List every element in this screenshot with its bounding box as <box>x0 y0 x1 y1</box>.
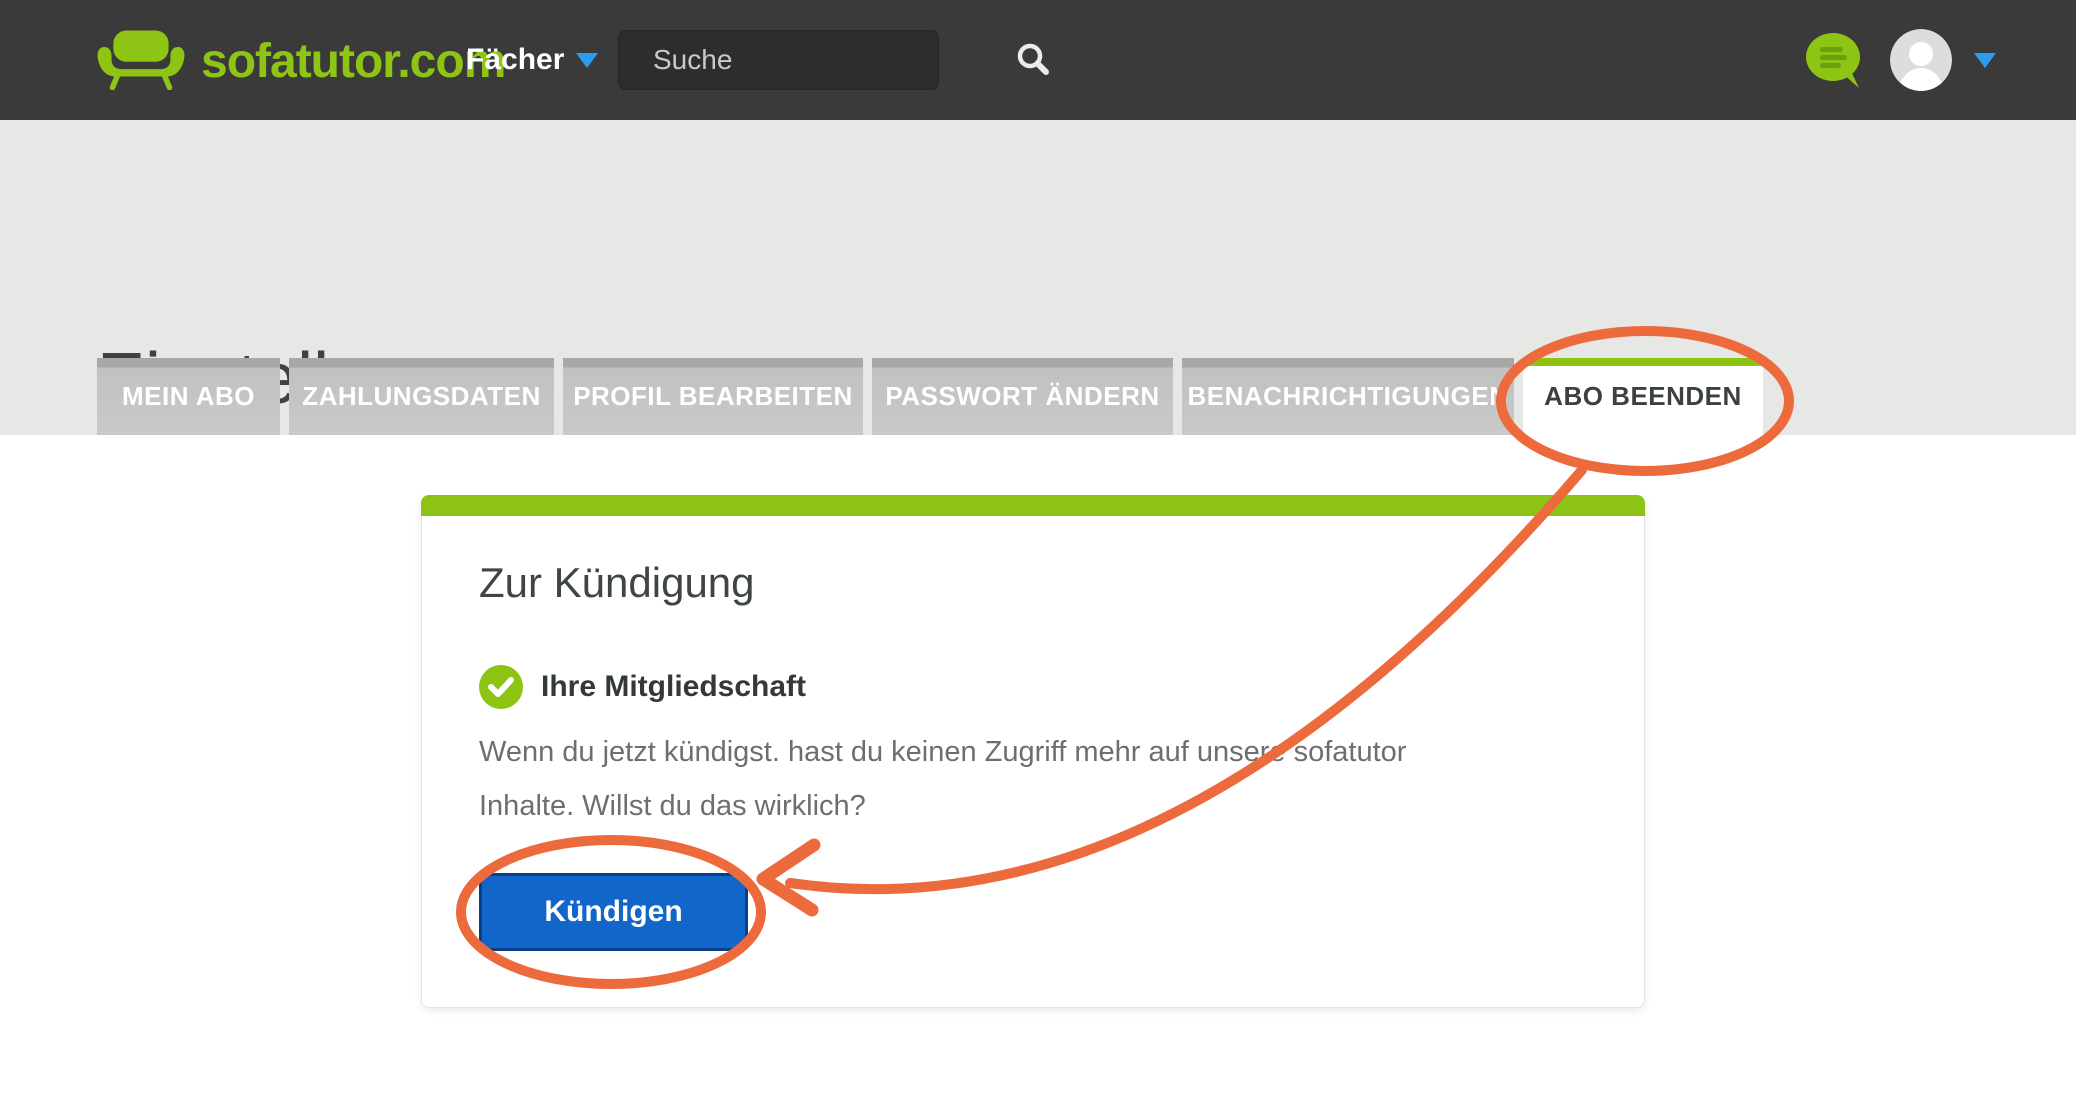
membership-row: Ihre Mitgliedschaft <box>479 665 806 709</box>
page-header: Einstellungen MEIN ABO ZAHLUNGSDATEN PRO… <box>0 120 2076 435</box>
body-line-1: Wenn du jetzt kündigst. hast du keinen Z… <box>479 725 1406 779</box>
tab-profil-bearbeiten[interactable]: PROFIL BEARBEITEN <box>563 358 863 435</box>
user-avatar[interactable] <box>1890 29 1952 91</box>
tab-abo-beenden[interactable]: ABO BEENDEN <box>1523 358 1763 435</box>
top-navbar: sofatutor.com Fächer <box>0 0 2076 120</box>
sofatutor-logo[interactable]: sofatutor.com <box>95 26 505 96</box>
card-heading: Zur Kündigung <box>479 558 755 608</box>
chevron-down-icon <box>576 53 598 68</box>
settings-tab-bar: MEIN ABO ZAHLUNGSDATEN PROFIL BEARBEITEN… <box>97 358 1763 435</box>
checkmark-icon <box>479 665 523 709</box>
tab-mein-abo[interactable]: MEIN ABO <box>97 358 280 435</box>
membership-title: Ihre Mitgliedschaft <box>541 670 806 704</box>
chat-bubble-icon[interactable] <box>1804 31 1868 89</box>
cancellation-card: Zur Kündigung Ihre Mitgliedschaft Wenn d… <box>421 495 1645 1008</box>
magnifier-icon <box>1014 40 1052 81</box>
search-button[interactable] <box>1014 31 1052 89</box>
body-line-2: Inhalte. Willst du das wirklich? <box>479 779 1406 833</box>
logo-wordmark: sofatutor.com <box>201 34 505 89</box>
navbar-right-group <box>1804 0 1996 120</box>
subjects-menu-label: Fächer <box>466 43 564 77</box>
account-chevron-down-icon[interactable] <box>1974 53 1996 68</box>
search-input[interactable] <box>619 31 1014 89</box>
main-content: Zur Kündigung Ihre Mitgliedschaft Wenn d… <box>0 435 2076 1100</box>
search-box <box>618 30 939 90</box>
card-accent-bar <box>421 495 1645 516</box>
subjects-menu[interactable]: Fächer <box>466 0 598 120</box>
tab-benachrichtigungen[interactable]: BENACHRICHTIGUNGEN <box>1182 358 1514 435</box>
cancel-subscription-button[interactable]: Kündigen <box>479 873 748 951</box>
sofa-icon <box>95 28 187 95</box>
tab-passwort-aendern[interactable]: PASSWORT ÄNDERN <box>872 358 1173 435</box>
tab-zahlungsdaten[interactable]: ZAHLUNGSDATEN <box>289 358 554 435</box>
cancellation-body-text: Wenn du jetzt kündigst. hast du keinen Z… <box>479 725 1406 833</box>
